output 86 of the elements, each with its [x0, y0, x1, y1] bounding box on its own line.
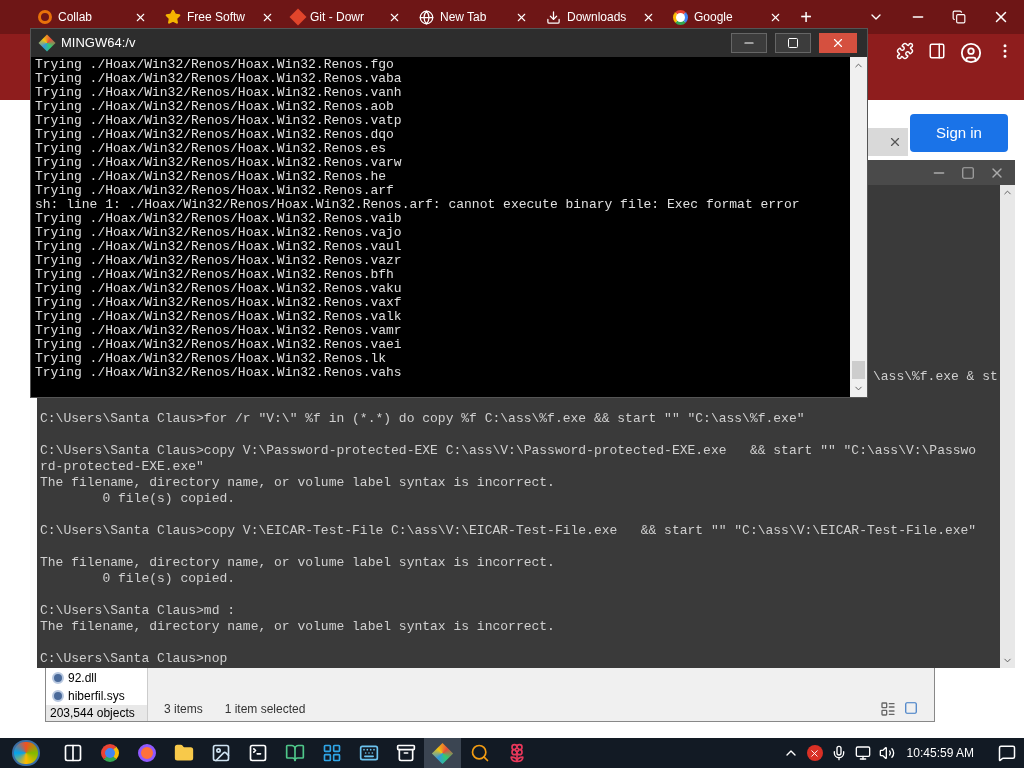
console-line: The filename, directory name, or volume label syntax is incorrect.	[40, 475, 556, 491]
restore-icon[interactable]	[952, 10, 966, 24]
file-icon	[52, 672, 64, 684]
console-line: rd-protected-EXE.exe"	[40, 459, 205, 475]
browser-tab[interactable]: Git - Dowr	[284, 3, 409, 31]
console-line: C:\Users\Santa Claus>copy V:\EICAR-Test-File C:\ass\V:\EICAR-Test-File.exe && start "" "C:\ass\V:\EICAR-Test-File.exe"	[40, 523, 978, 539]
status-text: 1 item selected	[224, 701, 306, 718]
console-line: C:\Users\Santa Claus>nop	[40, 651, 229, 667]
close-button[interactable]	[819, 33, 857, 53]
start-icon[interactable]	[12, 740, 40, 766]
terminal-line: Trying ./Hoax/Win32/Renos/Hoax.Win32.Renos.vazr	[35, 254, 403, 268]
terminal-line: Trying ./Hoax/Win32/Renos/Hoax.Win32.Renos.vamr	[35, 324, 403, 338]
window-title: MINGW64:/v	[61, 34, 136, 53]
console-line: The filename, directory name, or volume label syntax is incorrect.	[40, 619, 556, 635]
terminal-line: Trying ./Hoax/Win32/Renos/Hoax.Win32.Renos.lk	[35, 352, 388, 366]
terminal-line: Trying ./Hoax/Win32/Renos/Hoax.Win32.Renos.vaul	[35, 240, 403, 254]
scroll-thumb[interactable]	[852, 361, 865, 379]
image-icon[interactable]	[210, 743, 231, 763]
console-line: \ass\%f.exe & st	[873, 369, 998, 384]
terminal-line: Trying ./Hoax/Win32/Renos/Hoax.Win32.Renos.aob	[35, 100, 395, 114]
notification-icon[interactable]	[998, 744, 1016, 762]
rings-icon	[38, 10, 52, 24]
browser-tab[interactable]: New Tab	[411, 3, 536, 31]
terminal-line: Trying ./Hoax/Win32/Renos/Hoax.Win32.Renos.dqo	[35, 128, 395, 142]
status-text: 3 items	[164, 701, 203, 718]
console-line: 0 file(s) copied.	[101, 491, 237, 507]
file-icon	[52, 690, 64, 702]
terminal-line: Trying ./Hoax/Win32/Renos/Hoax.Win32.Renos.bfh	[35, 268, 395, 282]
profile-icon[interactable]	[960, 42, 982, 64]
globe-icon	[419, 9, 434, 25]
terminal-line: Trying ./Hoax/Win32/Renos/Hoax.Win32.Renos.vaei	[35, 338, 403, 352]
chrome-icon[interactable]	[100, 744, 119, 762]
nav-item[interactable]: hiberfil.sys	[68, 687, 125, 705]
terminal-line: Trying ./Hoax/Win32/Renos/Hoax.Win32.Renos.vanh	[35, 86, 403, 100]
tiles-view-icon[interactable]	[904, 701, 918, 715]
error-icon[interactable]	[806, 745, 823, 761]
console-line: C:\Users\Santa Claus>copy V:\Password-protected-EXE C:\ass\V:\Password-protected-EXE.exe && start "" "C:\ass\V:\Passwo	[40, 443, 978, 459]
maximize-icon	[787, 37, 799, 49]
terminal-line: Trying ./Hoax/Win32/Renos/Hoax.Win32.Renos.he	[35, 170, 388, 184]
terminal-line: Trying ./Hoax/Win32/Renos/Hoax.Win32.Renos.valk	[35, 310, 403, 324]
terminal-line: Trying ./Hoax/Win32/Renos/Hoax.Win32.Renos.vahs	[35, 366, 403, 380]
book-icon[interactable]	[284, 743, 305, 763]
sign-in-button[interactable]: Sign in	[910, 114, 1008, 152]
download-icon	[546, 9, 561, 25]
keyboard-icon[interactable]	[358, 743, 379, 763]
terminal-line: Trying ./Hoax/Win32/Renos/Hoax.Win32.Renos.arf	[35, 184, 395, 198]
nav-item[interactable]: 92.dll	[68, 669, 97, 687]
terminal-line: sh: line 1: ./Hoax/Win32/Renos/Hoax.Win32.Renos.arf: cannot execute binary file: Exec format error	[35, 198, 801, 212]
terminal-line: Trying ./Hoax/Win32/Renos/Hoax.Win32.Renos.vatp	[35, 114, 403, 128]
clock[interactable]: 10:45:59 AM	[902, 744, 978, 762]
minimize-button[interactable]	[731, 33, 767, 53]
puzzle-icon[interactable]	[896, 42, 914, 60]
terminal-line: Trying ./Hoax/Win32/Renos/Hoax.Win32.Renos.varw	[35, 156, 403, 170]
terminal-line: Trying ./Hoax/Win32/Renos/Hoax.Win32.Renos.vaib	[35, 212, 403, 226]
terminal-line: Trying ./Hoax/Win32/Renos/Hoax.Win32.Renos.fgo	[35, 58, 395, 72]
network-icon[interactable]	[854, 745, 871, 761]
object-count: 203,544 objects	[50, 705, 135, 722]
browser-tab[interactable]: Google	[665, 3, 790, 31]
maximize-button[interactable]	[775, 33, 811, 53]
new-tab-button[interactable]: +	[792, 3, 820, 31]
volume-icon[interactable]	[878, 745, 895, 761]
terminal-line: Trying ./Hoax/Win32/Renos/Hoax.Win32.Renos.vaxf	[35, 296, 403, 310]
close-icon	[831, 36, 845, 50]
terminal-line: Trying ./Hoax/Win32/Renos/Hoax.Win32.Renos.es	[35, 142, 388, 156]
close-icon[interactable]	[888, 135, 902, 149]
browser-tab[interactable]: Downloads	[538, 3, 663, 31]
terminal-line: Trying ./Hoax/Win32/Renos/Hoax.Win32.Renos.vaku	[35, 282, 403, 296]
details-view-icon[interactable]	[880, 701, 896, 717]
maximize-icon[interactable]	[961, 165, 975, 180]
console-line: C:\Users\Santa Claus>md :	[40, 603, 237, 619]
task-view-icon[interactable]	[62, 743, 83, 763]
archive-icon[interactable]	[395, 743, 416, 763]
folder-icon[interactable]	[173, 743, 194, 763]
console-line: 0 file(s) copied.	[101, 571, 237, 587]
magnifier-icon[interactable]	[469, 743, 490, 763]
scrollbar[interactable]	[850, 57, 867, 397]
terminal-line: Trying ./Hoax/Win32/Renos/Hoax.Win32.Renos.vaba	[35, 72, 403, 86]
console-line: C:\Users\Santa Claus>for /r "V:\" %f in (*.*) do copy %f C:\ass\%f.exe && start "" "C:\ass\%f.exe"	[40, 411, 806, 427]
console-line: The filename, directory name, or volume label syntax is incorrect.	[40, 555, 556, 571]
browser-tab[interactable]: Collab	[30, 3, 155, 31]
side-panel-icon[interactable]	[928, 42, 946, 60]
terminal-line: Trying ./Hoax/Win32/Renos/Hoax.Win32.Renos.vajo	[35, 226, 403, 240]
grid-icon[interactable]	[321, 743, 342, 763]
terminal-icon[interactable]	[247, 743, 268, 763]
browser-tab[interactable]: Free Softw	[157, 3, 282, 31]
star-icon	[165, 9, 181, 25]
